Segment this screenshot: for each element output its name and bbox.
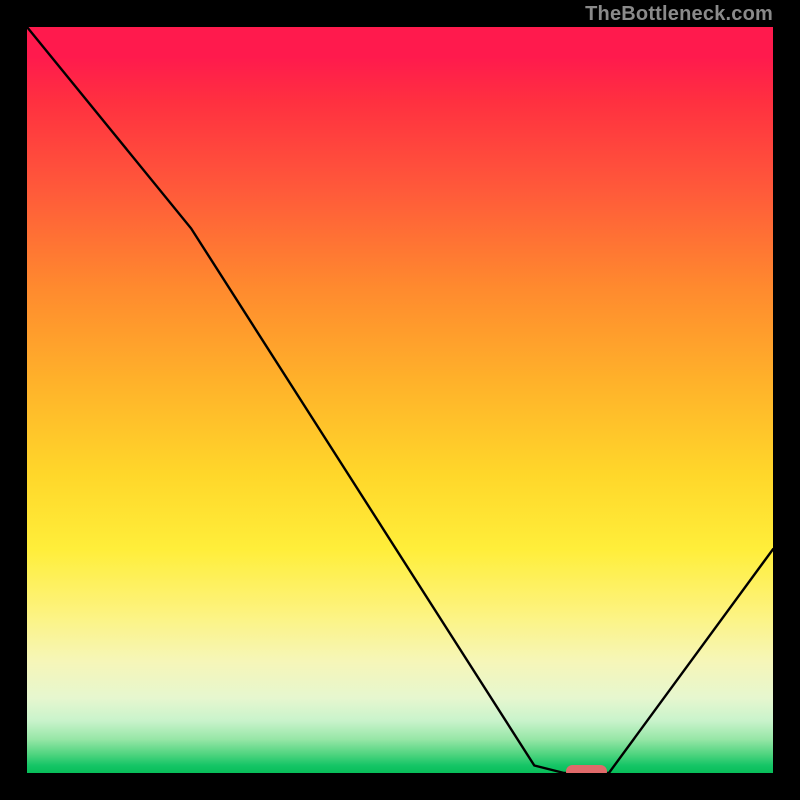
watermark-text: TheBottleneck.com — [585, 3, 773, 26]
optimum-marker — [566, 765, 608, 773]
plot-area — [27, 27, 773, 773]
chart-frame: TheBottleneck.com — [0, 0, 800, 800]
bottleneck-curve — [27, 27, 773, 773]
